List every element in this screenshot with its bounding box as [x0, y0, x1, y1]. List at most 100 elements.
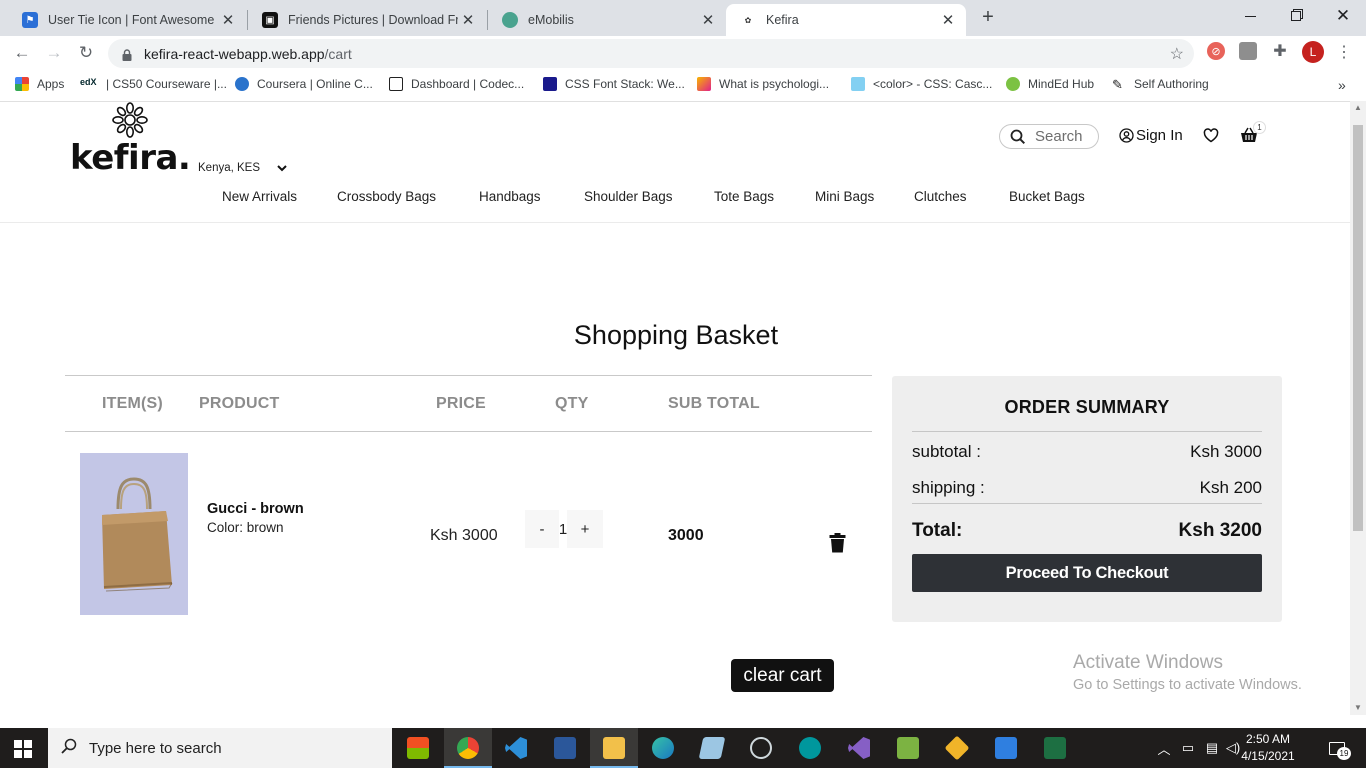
- close-tab-icon[interactable]: ✕: [458, 11, 478, 29]
- cart-count-badge: 1: [1253, 121, 1266, 134]
- page-scrollbar[interactable]: ▲ ▼: [1350, 101, 1366, 715]
- extension-avatar-icon[interactable]: [1239, 42, 1257, 60]
- fontawesome-favicon-icon: ⚑: [22, 12, 38, 28]
- nav-tote-bags[interactable]: Tote Bags: [714, 189, 774, 204]
- taskbar-visual-studio[interactable]: [835, 728, 883, 768]
- scroll-down-icon[interactable]: ▼: [1354, 703, 1362, 712]
- qty-increment-button[interactable]: +: [567, 510, 603, 548]
- bookmark-item[interactable]: edX | CS50 Courseware |...: [80, 77, 227, 91]
- taskbar-excel[interactable]: [1031, 728, 1079, 768]
- psychology-icon: [697, 77, 711, 91]
- close-tab-icon[interactable]: ✕: [698, 11, 718, 29]
- edge-icon: [652, 737, 674, 759]
- taskbar-vscode[interactable]: [492, 728, 540, 768]
- chart-app-icon: [897, 737, 919, 759]
- coursera-icon: [235, 77, 249, 91]
- taskbar-store[interactable]: [394, 728, 442, 768]
- nav-new-arrivals[interactable]: New Arrivals: [222, 189, 297, 204]
- scrollbar-thumb[interactable]: [1353, 125, 1363, 531]
- taskbar-app[interactable]: [688, 728, 736, 768]
- bookmark-item[interactable]: Dashboard | Codec...: [389, 77, 524, 91]
- bookmark-star-icon[interactable]: ☆: [1170, 44, 1184, 64]
- proceed-to-checkout-button[interactable]: Proceed To Checkout: [912, 554, 1262, 592]
- taskbar-arduino[interactable]: [786, 728, 834, 768]
- nav-handbags[interactable]: Handbags: [479, 189, 541, 204]
- pen-icon: ✎: [1112, 77, 1123, 92]
- search-icon: [1010, 129, 1026, 145]
- column-header-price: PRICE: [436, 395, 486, 412]
- nav-bucket-bags[interactable]: Bucket Bags: [1009, 189, 1085, 204]
- forward-button[interactable]: →: [40, 40, 68, 66]
- nav-crossbody-bags[interactable]: Crossbody Bags: [337, 189, 436, 204]
- column-header-items: ITEM(S): [102, 395, 163, 412]
- profile-avatar[interactable]: L: [1302, 41, 1324, 63]
- taskbar-chrome[interactable]: [444, 728, 492, 768]
- close-tab-icon[interactable]: ✕: [218, 11, 238, 29]
- total-label: Total:: [912, 520, 963, 541]
- tray-network-icon[interactable]: ▤: [1202, 728, 1222, 768]
- nav-clutches[interactable]: Clutches: [914, 189, 967, 204]
- nav-shoulder-bags[interactable]: Shoulder Bags: [584, 189, 673, 204]
- bookmarks-overflow-button[interactable]: »: [1338, 77, 1346, 93]
- taskbar-app[interactable]: [737, 728, 785, 768]
- browser-tab-active[interactable]: ✿ Kefira ✕: [726, 4, 966, 36]
- close-window-button[interactable]: ✕: [1320, 0, 1366, 32]
- activate-windows-subtext: Go to Settings to activate Windows.: [1073, 677, 1302, 693]
- extensions-puzzle-icon[interactable]: ✚: [1271, 42, 1289, 60]
- browser-menu-icon[interactable]: ⋮: [1336, 42, 1352, 62]
- taskbar-edge[interactable]: [639, 728, 687, 768]
- taskbar-clock[interactable]: 2:50 AM 4/15/2021: [1230, 731, 1306, 765]
- close-tab-icon[interactable]: ✕: [938, 11, 958, 29]
- bookmark-item[interactable]: What is psychologi...: [697, 77, 829, 91]
- maximize-button[interactable]: [1273, 0, 1319, 32]
- bookmark-apps[interactable]: Apps: [15, 77, 64, 91]
- taskbar-search-input[interactable]: Type here to search: [48, 728, 392, 768]
- windows-start-icon[interactable]: [14, 740, 32, 763]
- kefira-flower-logo-icon[interactable]: [106, 100, 154, 140]
- column-header-product: PRODUCT: [199, 395, 280, 412]
- minimize-button[interactable]: [1227, 0, 1273, 32]
- nav-mini-bags[interactable]: Mini Bags: [815, 189, 874, 204]
- tray-battery-icon[interactable]: ▭: [1178, 728, 1198, 768]
- qty-decrement-button[interactable]: -: [525, 510, 559, 548]
- bookmark-item[interactable]: CSS Font Stack: We...: [543, 77, 685, 91]
- product-image[interactable]: [80, 453, 188, 615]
- summary-shipping-row: shipping : Ksh 200: [912, 478, 1262, 498]
- bookmark-item[interactable]: ✎ Self Authoring: [1112, 77, 1209, 92]
- site-logo[interactable]: kefira.: [70, 138, 191, 178]
- bookmark-item[interactable]: <color> - CSS: Casc...: [851, 77, 992, 91]
- clear-cart-button[interactable]: clear cart: [731, 659, 834, 692]
- product-name[interactable]: Gucci - brown: [207, 501, 304, 517]
- reload-button[interactable]: ↻: [72, 40, 100, 66]
- calendar-icon: [995, 737, 1017, 759]
- satellite-icon: [750, 737, 772, 759]
- tray-chevron-up-icon[interactable]: ︿: [1154, 728, 1174, 768]
- taskbar-app[interactable]: [884, 728, 932, 768]
- sign-in-link[interactable]: Sign In: [1119, 127, 1183, 144]
- taskbar-word[interactable]: [541, 728, 589, 768]
- product-color: Color: brown: [207, 520, 284, 535]
- back-button[interactable]: ←: [8, 40, 36, 66]
- url-text: kefira-react-webapp.web.app/cart: [144, 45, 352, 62]
- bookmark-item[interactable]: MindEd Hub: [1006, 77, 1094, 91]
- browser-tab[interactable]: ⚑ User Tie Icon | Font Awesome ✕: [8, 4, 246, 36]
- new-tab-button[interactable]: +: [976, 6, 1000, 30]
- address-bar[interactable]: kefira-react-webapp.web.app/cart ☆: [108, 39, 1194, 68]
- chevron-down-icon[interactable]: [276, 162, 288, 176]
- trash-icon[interactable]: [829, 533, 846, 558]
- user-circle-icon: [1119, 128, 1134, 143]
- browser-tab[interactable]: ▣ Friends Pictures | Download Free ✕: [248, 4, 486, 36]
- taskbar-calendar[interactable]: [982, 728, 1030, 768]
- taskbar-git[interactable]: [933, 728, 981, 768]
- folder-icon: [603, 737, 625, 759]
- extension-blocker-icon[interactable]: ⊘: [1207, 42, 1225, 60]
- qty-value: 1: [558, 520, 568, 538]
- taskbar-file-explorer[interactable]: [590, 728, 638, 768]
- scroll-up-icon[interactable]: ▲: [1354, 103, 1362, 112]
- region-selector[interactable]: Kenya, KES: [198, 162, 260, 174]
- wishlist-heart-icon[interactable]: [1203, 128, 1219, 148]
- site-search-input[interactable]: Search: [999, 124, 1099, 149]
- bookmark-item[interactable]: Coursera | Online C...: [235, 77, 373, 91]
- notification-center-icon[interactable]: 19: [1322, 728, 1352, 768]
- browser-tab[interactable]: eMobilis ✕: [488, 4, 726, 36]
